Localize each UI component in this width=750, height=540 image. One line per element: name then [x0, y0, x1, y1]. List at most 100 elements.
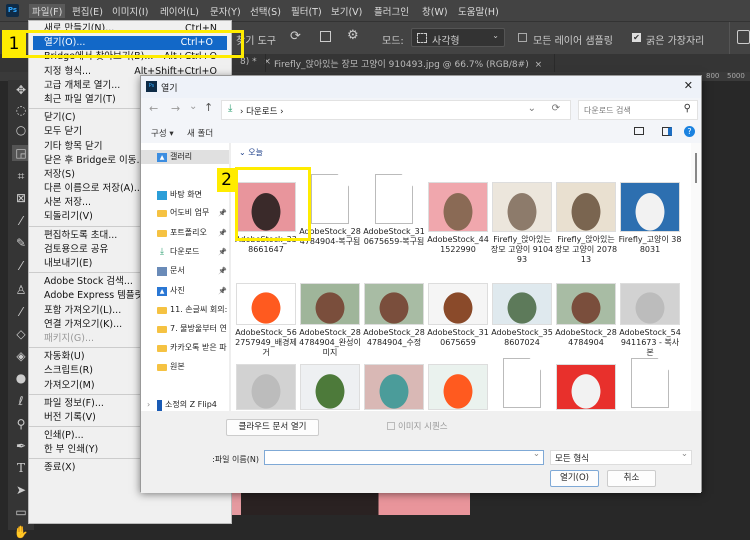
- forward-icon[interactable]: →: [171, 102, 180, 115]
- recent-chevron-icon[interactable]: ⌄: [189, 101, 197, 112]
- up-icon[interactable]: ↑: [204, 101, 213, 114]
- sidebar-item-8[interactable]: 7. 물방울부터 연: [157, 322, 229, 336]
- sample-all-checkbox[interactable]: [518, 33, 527, 42]
- hard-edge-checkbox[interactable]: ✔: [632, 33, 641, 42]
- file-item[interactable]: AdobeStock_562757949_배경제거: [234, 273, 298, 358]
- preview-pane-icon[interactable]: [662, 127, 672, 136]
- search-input[interactable]: 다운로드 검색 ⚲: [578, 100, 698, 120]
- sidebar-item-4[interactable]: ⤓ 다운로드 📌: [157, 245, 229, 259]
- help-icon[interactable]: ?: [684, 126, 695, 137]
- file-item[interactable]: AdobeStock_358607024: [490, 273, 554, 348]
- close-icon[interactable]: ×: [535, 60, 543, 70]
- tab-document-2[interactable]: Firefly_앉아있는 장모 고양이 910493.jpg @ 66.7% (…: [265, 54, 555, 72]
- divider: [729, 22, 730, 54]
- gear-icon[interactable]: ⚙: [347, 28, 359, 43]
- menu-image[interactable]: 이미지(I): [112, 4, 148, 18]
- expand-chevron-icon[interactable]: ›: [147, 398, 150, 411]
- search-icon: ⚲: [683, 103, 691, 114]
- filetype-select[interactable]: 모든 형식 ⌄: [550, 449, 692, 465]
- menu-item-label: 지정 형식...: [44, 65, 92, 77]
- menu-window[interactable]: 창(W): [422, 4, 448, 18]
- file-item[interactable]: AdobeStock_562757949: [426, 358, 490, 411]
- menu-view[interactable]: 보기(V): [331, 4, 362, 18]
- menu-layer[interactable]: 레이어(L): [160, 4, 199, 18]
- open-button[interactable]: 열기(O): [550, 470, 599, 487]
- open-file-dialog: Ps 열기 ✕ ← → ⌄ ↑ ⤓ › 다운로드 › ⌄ ⟳ 다운로드 검색 ⚲…: [140, 75, 702, 493]
- sidebar-item-0[interactable]: ▲ 갤러리: [141, 150, 229, 164]
- sidebar-item-label: 카카오톡 받은 파: [170, 343, 227, 352]
- back-icon[interactable]: ←: [149, 102, 158, 115]
- close-icon[interactable]: ✕: [684, 79, 693, 92]
- file-item[interactable]: AdobeStock_441522990: [426, 174, 490, 255]
- hand-icon[interactable]: ✋: [12, 524, 30, 540]
- download-icon: ⤓: [228, 103, 233, 114]
- file-item[interactable]: AdobeStock_549411673: [234, 358, 298, 411]
- sidebar-item-5[interactable]: 문서 📌: [157, 264, 229, 278]
- menu-item-label: 고급 개체로 열기...: [44, 79, 121, 91]
- file-item[interactable]: AdobeStock_284784904: [554, 273, 618, 348]
- file-item[interactable]: AdobeStock_310675659-복구됨: [362, 174, 426, 247]
- menu-item-label: 다른 이름으로 저장(A)...: [44, 183, 143, 195]
- file-item[interactable]: AdobeStock_310675659: [426, 273, 490, 348]
- document-icon: [157, 266, 167, 276]
- sidebar-item-11[interactable]: › 소정의 Z Flip4: [147, 398, 229, 411]
- file-item[interactable]: AdobeStock_620946577: [298, 358, 362, 411]
- file-item[interactable]: ChatGPT Image 2025년 7월 1일: [618, 358, 682, 411]
- group-header-today[interactable]: ⌄ 오늘: [239, 147, 263, 158]
- sidebar-item-3[interactable]: 포트폴리오 📌: [157, 226, 229, 240]
- address-bar[interactable]: ⤓ › 다운로드 › ⌄ ⟳: [221, 100, 571, 120]
- file-item[interactable]: Firefly_앉아있는 장모 고양이 910493: [490, 174, 554, 265]
- file-item[interactable]: AdobeStock_308125542: [362, 358, 426, 411]
- folder-icon: [157, 344, 167, 352]
- sidebar-item-2[interactable]: 어도비 업무 📌: [157, 206, 229, 220]
- chevron-down-icon[interactable]: ⌄: [528, 103, 536, 114]
- breadcrumb-downloads[interactable]: 다운로드: [246, 107, 277, 117]
- grid-icon[interactable]: [320, 31, 331, 42]
- sidebar-item-label: 문서: [170, 266, 185, 275]
- organize-button[interactable]: 구성 ▾: [151, 127, 174, 139]
- refresh-icon[interactable]: ⟳: [290, 29, 301, 44]
- menu-item-label: 연결 가져오기(K)...: [44, 318, 123, 330]
- scrollbar-thumb[interactable]: [695, 153, 697, 183]
- menu-edit[interactable]: 편집(E): [72, 4, 103, 18]
- open-cloud-documents-button[interactable]: 클라우드 문서 열기: [226, 419, 319, 436]
- menu-item-label: 스크립트(R): [44, 365, 93, 377]
- menu-item-label: 내보내기(E): [44, 258, 93, 269]
- menu-file[interactable]: 파일(F): [29, 4, 66, 18]
- file-item[interactable]: Firefly_앉아있는 장모 고양이 207813: [554, 174, 618, 265]
- gallery-icon: ▲: [157, 152, 167, 162]
- image-sequence-checkbox[interactable]: [387, 422, 395, 430]
- new-folder-button[interactable]: 새 폴더: [187, 127, 213, 139]
- sidebar-item-7[interactable]: 11. 손글씨 회의:: [157, 303, 229, 317]
- menu-plugins[interactable]: 플러그인: [374, 4, 409, 18]
- file-item[interactable]: Firefly_고양이 388031: [618, 174, 682, 255]
- image-thumbnail: [492, 283, 552, 325]
- sidebar-item-9[interactable]: 카카오톡 받은 파: [157, 341, 229, 355]
- sidebar-item-label: 11. 손글씨 회의:: [170, 305, 228, 314]
- refresh-icon[interactable]: ⟳: [552, 103, 560, 114]
- file-item[interactable]: AdobeStock_549411673 - 복사본: [618, 273, 682, 358]
- sample-all-label: 모든 레이어 샘플링: [533, 36, 613, 47]
- image-thumbnail: [492, 182, 552, 232]
- view-options-icon[interactable]: [634, 127, 644, 135]
- sidebar-item-6[interactable]: ▲ 사진 📌: [157, 284, 229, 298]
- file-item[interactable]: AdobeStock_284784904_완성이미지: [298, 273, 362, 358]
- sidebar-item-10[interactable]: 원본: [157, 360, 229, 374]
- menu-type[interactable]: 문자(Y): [210, 4, 241, 18]
- scrollbar[interactable]: [691, 143, 701, 411]
- cancel-button[interactable]: 취소: [607, 470, 656, 487]
- sidebar-item-label: 포트폴리오: [170, 228, 207, 237]
- menu-select[interactable]: 선택(S): [250, 4, 281, 18]
- desktop-icon: [157, 190, 167, 200]
- menu-help[interactable]: 도움말(H): [458, 4, 499, 18]
- menu-filter[interactable]: 필터(T): [291, 4, 322, 18]
- file-item[interactable]: AdobeStock_284784904_수정: [362, 273, 426, 348]
- document-thumbnail-icon: [311, 174, 349, 224]
- filename-input[interactable]: ⌄: [264, 449, 544, 465]
- comment-icon[interactable]: [737, 30, 750, 44]
- pin-icon: 📌: [218, 248, 227, 256]
- file-item[interactable]: AdobeStock_579378401_수정: [554, 358, 618, 411]
- file-item[interactable]: AdobeStock_579378401: [490, 358, 554, 411]
- mode-select[interactable]: 사각형 ⌄: [411, 28, 505, 47]
- menu-item-label: 종료(X): [44, 462, 76, 474]
